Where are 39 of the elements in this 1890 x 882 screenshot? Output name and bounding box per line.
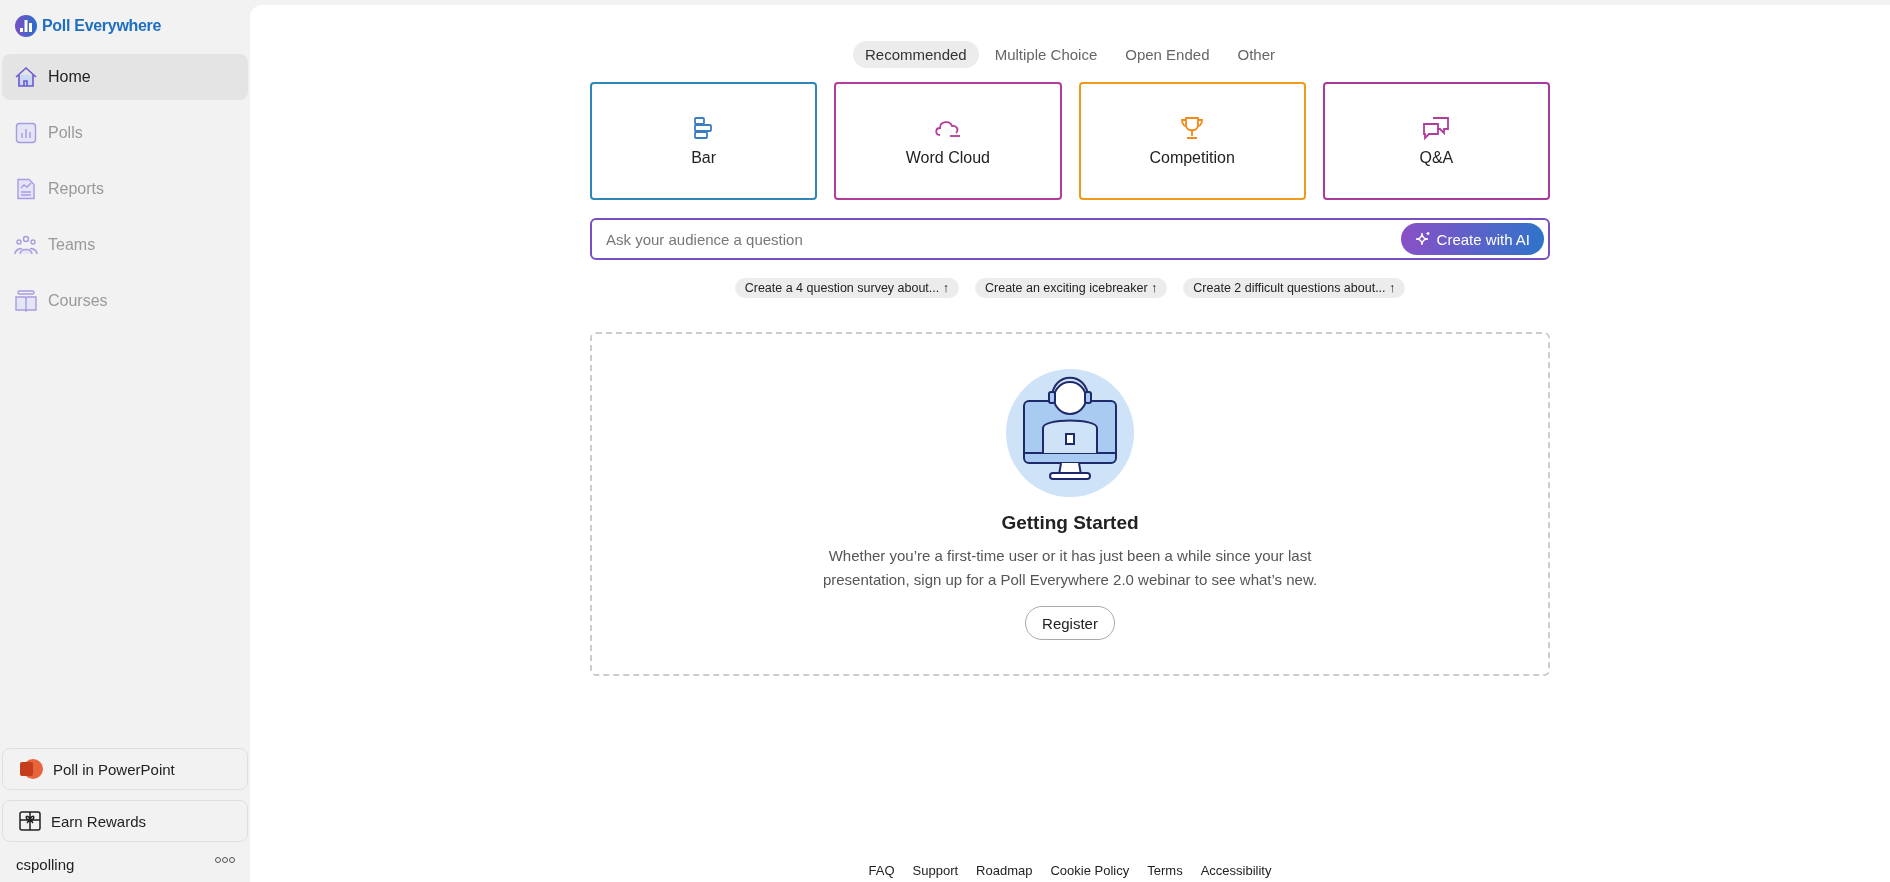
home-icon (14, 65, 38, 89)
people-icon (14, 233, 38, 257)
user-name: cspolling (16, 856, 75, 873)
footer-link[interactable]: Support (912, 863, 959, 878)
logo-icon (14, 14, 38, 38)
tab[interactable]: Multiple Choice (982, 41, 1110, 68)
register-button[interactable]: Register (1025, 606, 1115, 640)
footer-link[interactable]: Accessibility (1200, 863, 1272, 878)
promo-button[interactable]: Poll in PowerPoint (2, 748, 248, 790)
sidebar-item[interactable]: Home (2, 54, 248, 100)
gift-icon (19, 811, 41, 831)
book-icon (14, 289, 38, 313)
footer-link[interactable]: FAQ (868, 863, 895, 878)
suggestion-chip[interactable]: Create an exciting icebreaker ↑ (975, 278, 1168, 298)
sparkle-icon (1414, 231, 1431, 247)
poll-type-card[interactable]: Bar (590, 82, 818, 200)
more-icon[interactable] (214, 856, 236, 864)
footer-link[interactable]: Terms (1147, 863, 1183, 878)
create-with-ai-button[interactable]: Create with AI (1400, 223, 1544, 255)
poll-type-card[interactable]: Q&A (1322, 82, 1550, 200)
suggestion-chip[interactable]: Create a 4 question survey about... ↑ (734, 278, 959, 298)
panel-title: Getting Started (1001, 512, 1139, 534)
footer-link[interactable]: Roadmap (976, 863, 1033, 878)
footer-link[interactable]: Cookie Policy (1050, 863, 1130, 878)
poll-type-card[interactable]: Competition (1078, 82, 1306, 200)
question-field[interactable]: Ask your audience a question Create with AI (590, 218, 1550, 260)
chat-icon (1422, 115, 1451, 141)
logo-text: Poll Everywhere (42, 17, 162, 35)
trophy-icon (1179, 115, 1206, 141)
tab[interactable]: Other (1225, 41, 1287, 68)
tab[interactable]: Recommended (853, 41, 979, 68)
promo-button[interactable]: Earn Rewards (2, 800, 248, 842)
suggestion-chip[interactable]: Create 2 difficult questions about... ↑ (1183, 278, 1406, 298)
panel-text: Whether you’re a first-time user or it has just been a while since your last presentation, sign up for a Poll Everywhere 2.0 webinar to see what’s new. (821, 546, 1319, 590)
tab[interactable]: Open Ended (1113, 41, 1222, 68)
bar-chart-icon (14, 121, 38, 145)
report-icon (14, 177, 38, 201)
poll-type-card[interactable]: Word Cloud (834, 82, 1062, 200)
slides-app-icon (19, 758, 43, 780)
